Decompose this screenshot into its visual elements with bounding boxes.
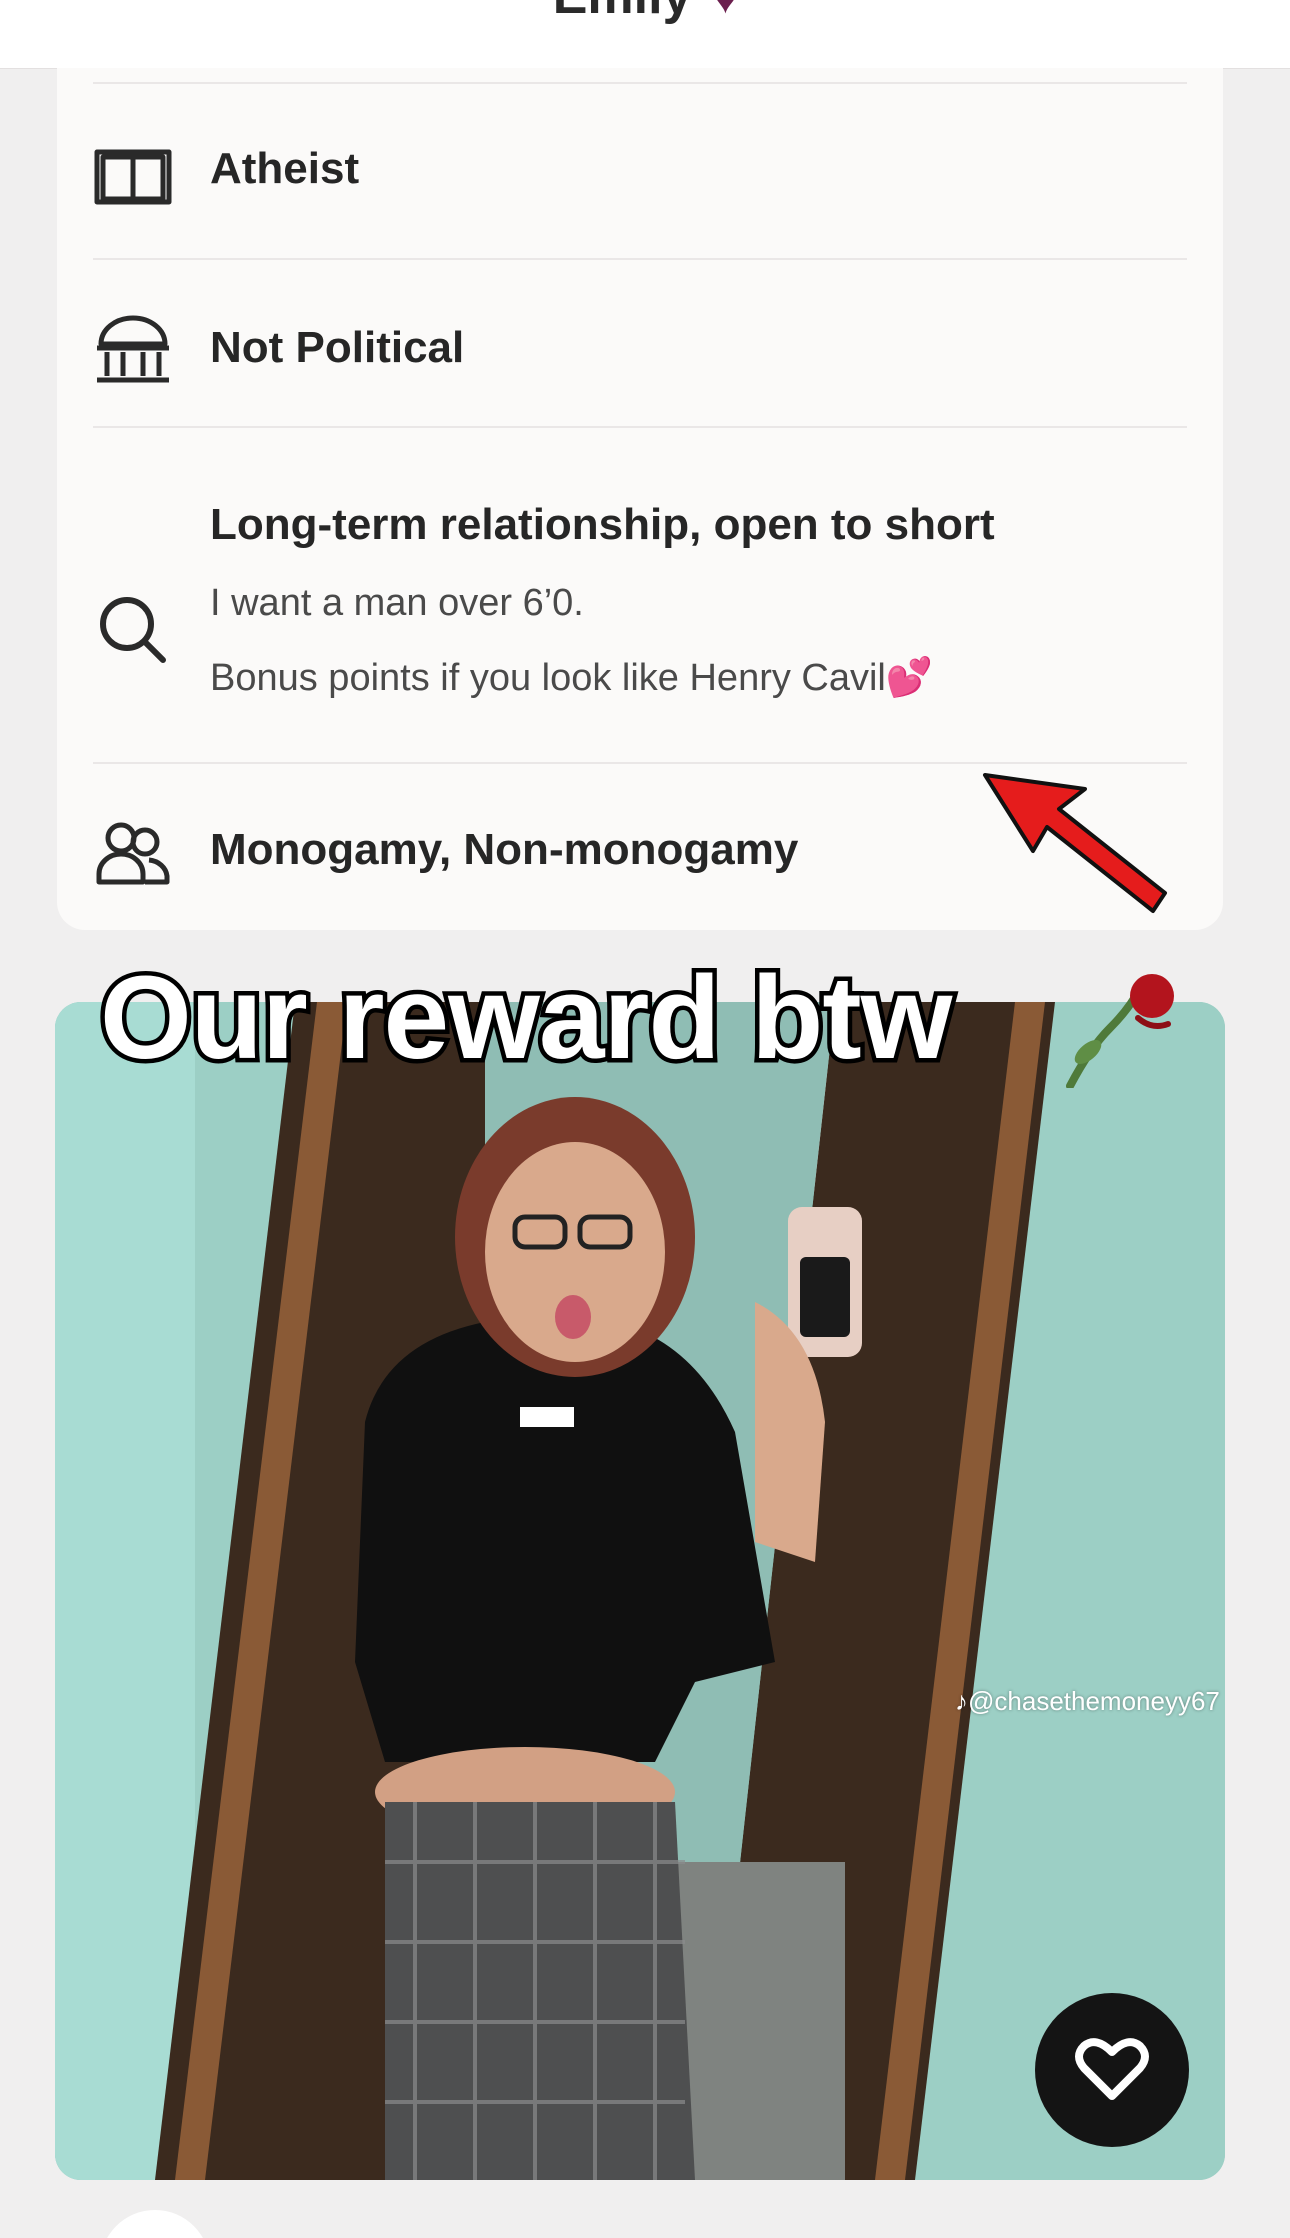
next-profile-button[interactable]	[100, 2210, 210, 2238]
prompt-line-2: Bonus points if you look like Henry Cavi…	[210, 656, 933, 700]
looking-for-label: Long-term relationship, open to short	[210, 500, 995, 549]
relationship-type-label: Monogamy, Non-monogamy	[210, 825, 799, 874]
annotation-arrow	[975, 765, 1175, 925]
screen: Emily♥ ••• Atheist Not Politica	[0, 0, 1290, 2238]
wilted-rose-emoji	[1040, 968, 1190, 1090]
overlay-caption: Our reward btw	[95, 948, 956, 1089]
more-icon[interactable]: •••	[1173, 0, 1234, 22]
prompt-line-2-text: Bonus points if you look like Henry Cavi…	[210, 657, 886, 699]
profile-photo[interactable]	[55, 1002, 1225, 2180]
top-bar: Emily ♥ •••	[0, 0, 1290, 69]
divider	[93, 258, 1187, 260]
book-icon	[93, 137, 173, 217]
divider	[93, 762, 1187, 764]
politics-label: Not Political	[210, 323, 465, 372]
government-building-icon	[93, 310, 173, 390]
profile-name: Emily	[553, 0, 692, 25]
religion-label: Atheist	[210, 144, 360, 193]
prompt-line-1: I want a man over 6’0.	[210, 582, 584, 624]
divider	[93, 426, 1187, 428]
heart-outline-icon	[1075, 2038, 1149, 2100]
search-icon	[93, 590, 173, 670]
watermark: ♪@chasethemoneyy67	[955, 1686, 1220, 1716]
two-hearts-emoji: 💕	[885, 657, 934, 699]
heart-icon: ♥	[713, 0, 738, 22]
watermark-handle: @chasethemoneyy67	[968, 1686, 1220, 1716]
photo-illustration	[55, 1002, 1225, 2180]
divider	[93, 82, 1187, 84]
like-button[interactable]	[1035, 1993, 1189, 2147]
profile-name-header: Emily ♥	[0, 0, 1290, 26]
people-icon	[93, 816, 173, 896]
